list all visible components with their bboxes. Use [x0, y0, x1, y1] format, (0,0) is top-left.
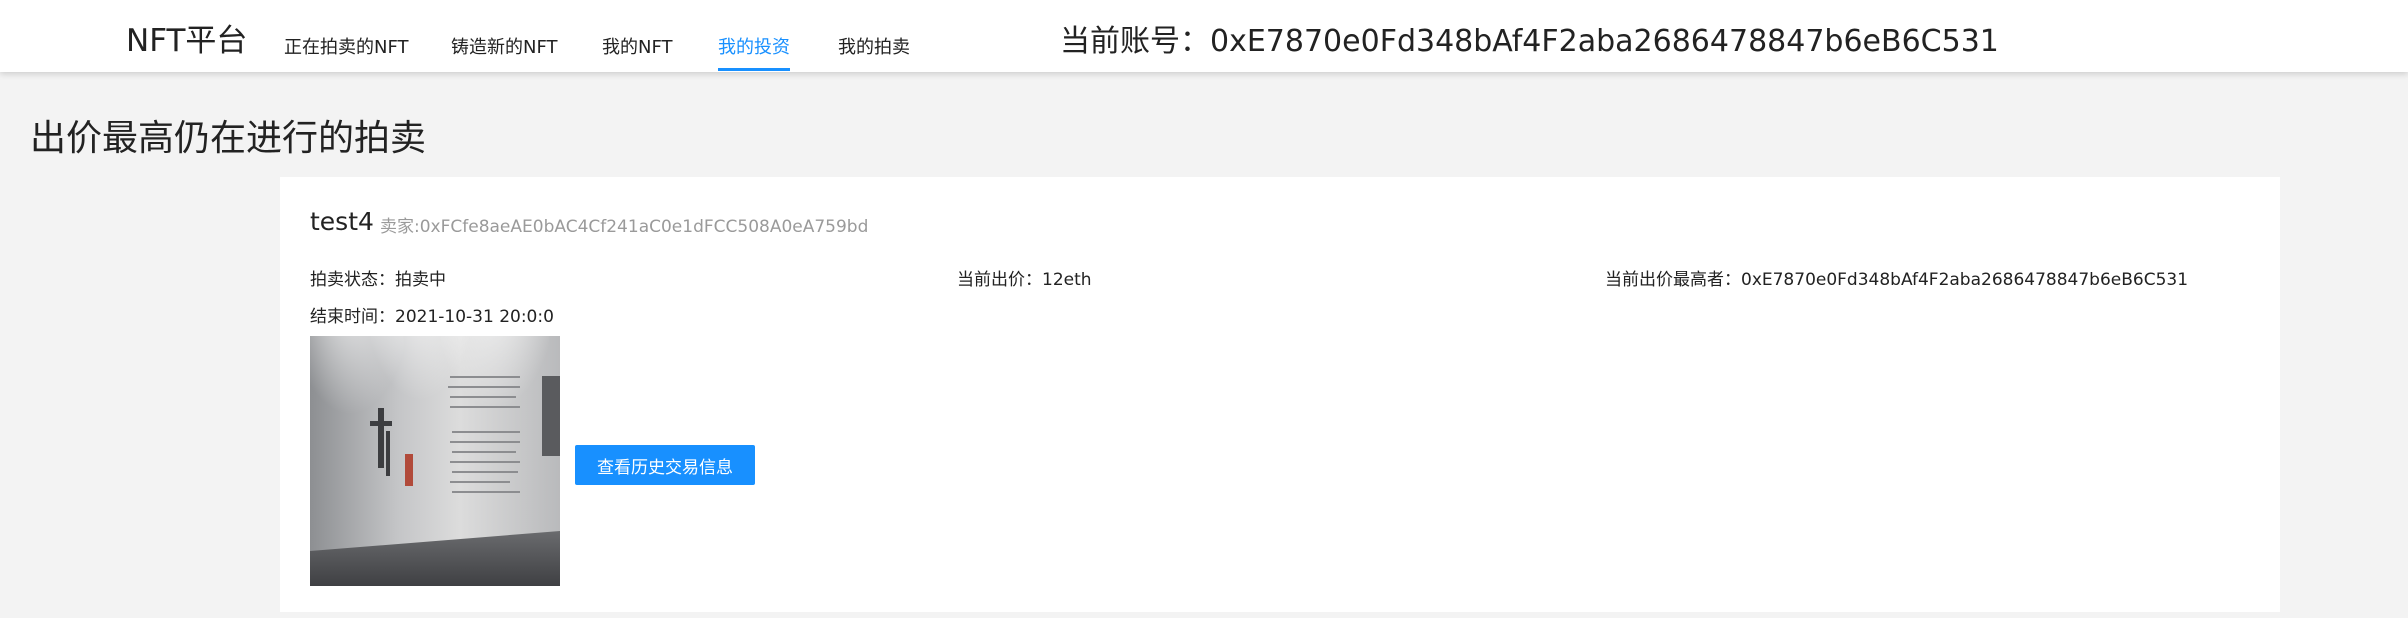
account-label: 当前账号： [1060, 24, 1210, 59]
current-bid: 当前出价：12eth [957, 265, 1092, 290]
price-label: 当前出价： [957, 270, 1042, 290]
view-history-button[interactable]: 查看历史交易信息 [575, 445, 755, 485]
auction-status: 拍卖状态：拍卖中 [310, 265, 446, 290]
end-time-value: 2021-10-31 20:0:0 [395, 307, 554, 327]
status-value: 拍卖中 [395, 270, 446, 290]
nft-name: test4 [310, 207, 374, 236]
nav-mint-nft[interactable]: 铸造新的NFT [451, 33, 558, 59]
status-label: 拍卖状态： [310, 270, 395, 290]
account-address: 0xE7870e0Fd348bAf4F2aba2686478847b6eB6C5… [1210, 24, 1999, 59]
nft-image [310, 336, 560, 586]
seller-address: 0xFCfe8aeAE0bAC4Cf241aC0e1dFCC508A0eA759… [419, 217, 869, 237]
current-account: 当前账号：0xE7870e0Fd348bAf4F2aba2686478847b6… [1060, 16, 1999, 60]
price-value: 12eth [1042, 270, 1092, 290]
app-logo[interactable]: NFT平台 [126, 15, 247, 60]
top-bidder: 当前出价最高者：0xE7870e0Fd348bAf4F2aba268647884… [1605, 265, 2188, 290]
top-bidder-label: 当前出价最高者： [1605, 270, 1741, 290]
nav-auctions-live[interactable]: 正在拍卖的NFT [284, 33, 409, 59]
top-bidder-address: 0xE7870e0Fd348bAf4F2aba2686478847b6eB6C5… [1741, 270, 2189, 290]
nav-my-investments[interactable]: 我的投资 [718, 33, 790, 59]
page-title: 出价最高仍在进行的拍卖 [30, 118, 427, 159]
active-tab-indicator [718, 68, 790, 71]
nav-my-nft[interactable]: 我的NFT [602, 33, 673, 59]
end-time: 结束时间：2021-10-31 20:0:0 [310, 302, 554, 327]
top-navbar: NFT平台 正在拍卖的NFT 铸造新的NFT 我的NFT 我的投资 我的拍卖 当… [0, 0, 2408, 72]
seller-label: 卖家: [380, 217, 420, 237]
auction-card: test4 卖家:0xFCfe8aeAE0bAC4Cf241aC0e1dFCC5… [280, 177, 2280, 612]
end-time-label: 结束时间： [310, 307, 395, 327]
nav-my-auctions[interactable]: 我的拍卖 [838, 33, 910, 59]
seller-info: 卖家:0xFCfe8aeAE0bAC4Cf241aC0e1dFCC508A0eA… [380, 212, 868, 237]
